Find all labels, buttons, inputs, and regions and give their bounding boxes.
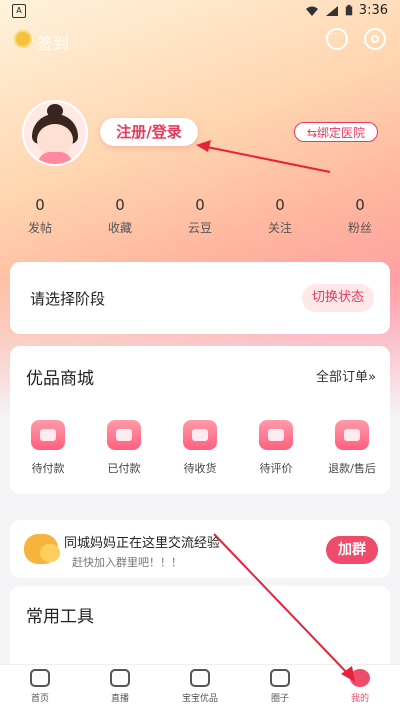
chat-icon: [270, 669, 290, 687]
truck-icon: [183, 420, 217, 450]
bind-hospital-button[interactable]: ⇆绑定医院: [294, 122, 378, 142]
stat-label: 关注: [267, 221, 292, 235]
status-time: 3:36: [358, 3, 388, 18]
stat-value: 0: [275, 196, 285, 214]
stage-card: 请选择阶段 切换状态: [10, 262, 390, 334]
package-icon: [107, 420, 141, 450]
tab-label: 首页: [30, 694, 49, 704]
group-subtitle: 赶快加入群里吧！！！: [72, 556, 182, 569]
stat-following[interactable]: 0 关注: [250, 196, 310, 236]
avatar[interactable]: [22, 100, 88, 166]
home-icon: [30, 669, 50, 687]
tab-baby-products[interactable]: 宝宝优品: [170, 669, 230, 704]
order-label: 待付款: [31, 462, 65, 475]
order-label: 退款/售后: [328, 462, 376, 475]
bottom-tab-bar: 首页 直播 宝宝优品 圈子 我的: [0, 664, 400, 709]
top-bar: 签到: [0, 26, 400, 54]
stat-label: 粉丝: [347, 221, 372, 235]
chat-bubble-icon: [24, 534, 60, 564]
switch-stage-button[interactable]: 切换状态: [302, 284, 374, 312]
login-register-button[interactable]: 注册/登录: [100, 118, 198, 146]
tab-label: 宝宝优品: [181, 694, 218, 704]
group-title: 同城妈妈正在这里交流经验: [64, 536, 221, 551]
tab-mine[interactable]: 我的: [330, 669, 390, 704]
status-bar: A 3:36: [0, 0, 400, 22]
order-awaiting-review[interactable]: 待评价: [246, 420, 306, 476]
order-label: 已付款: [107, 462, 141, 475]
order-label: 待评价: [259, 462, 293, 475]
mall-card: 优品商城 全部订单» 待付款 已付款 待收货 待评价 退款/售后: [10, 346, 390, 494]
stat-beans[interactable]: 0 云豆: [170, 196, 230, 236]
tab-live[interactable]: 直播: [90, 669, 150, 704]
tab-label: 圈子: [270, 694, 289, 704]
tv-icon: [110, 669, 130, 687]
stat-value: 0: [115, 196, 125, 214]
tab-circle[interactable]: 圈子: [250, 669, 310, 704]
battery-icon: [345, 4, 352, 16]
stat-posts[interactable]: 0 发帖: [10, 196, 70, 236]
stat-label: 收藏: [107, 221, 132, 235]
wallet-icon: [31, 420, 65, 450]
tab-label: 直播: [110, 694, 129, 704]
stat-label: 发帖: [27, 221, 52, 235]
stat-favorites[interactable]: 0 收藏: [90, 196, 150, 236]
comment-icon: [259, 420, 293, 450]
order-paid[interactable]: 已付款: [94, 420, 154, 476]
order-awaiting-delivery[interactable]: 待收货: [170, 420, 230, 476]
tab-label: 我的: [350, 694, 369, 704]
order-refund[interactable]: 退款/售后: [322, 420, 382, 476]
refund-icon: [335, 420, 369, 450]
app-notification-icon: A: [12, 4, 26, 18]
checkin-button[interactable]: 签到: [37, 30, 69, 54]
join-group-button[interactable]: 加群: [326, 536, 378, 564]
stat-label: 云豆: [187, 221, 212, 235]
coin-icon[interactable]: [14, 30, 32, 48]
stat-value: 0: [355, 196, 365, 214]
profile-icon: [350, 669, 370, 687]
mall-title: 优品商城: [26, 369, 94, 389]
gear-icon[interactable]: [364, 28, 386, 50]
baby-icon: [190, 669, 210, 687]
wifi-icon: [305, 6, 318, 16]
stat-followers[interactable]: 0 粉丝: [330, 196, 390, 236]
stat-value: 0: [35, 196, 45, 214]
signal-icon: [325, 5, 338, 16]
order-pending-payment[interactable]: 待付款: [18, 420, 78, 476]
order-label: 待收货: [183, 462, 217, 475]
stage-prompt: 请选择阶段: [30, 290, 106, 308]
profile-stats: 0 发帖 0 收藏 0 云豆 0 关注 0 粉丝: [0, 196, 400, 240]
tools-title: 常用工具: [26, 607, 94, 627]
message-icon[interactable]: [326, 27, 348, 50]
all-orders-link[interactable]: 全部订单»: [316, 366, 376, 385]
stat-value: 0: [195, 196, 205, 214]
tab-home[interactable]: 首页: [10, 669, 70, 704]
group-banner[interactable]: 同城妈妈正在这里交流经验 赶快加入群里吧！！！ 加群: [10, 520, 390, 578]
